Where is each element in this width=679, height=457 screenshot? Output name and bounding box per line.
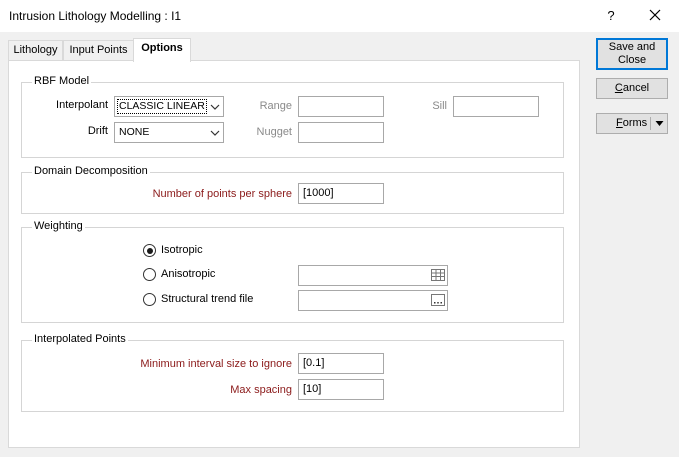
nugget-input[interactable] (298, 122, 384, 143)
anisotropic-input[interactable] (298, 265, 448, 286)
interpolated-points-group: Interpolated Points Minimum interval siz… (21, 333, 564, 412)
structural-trend-input[interactable] (298, 290, 448, 311)
min-interval-label: Minimum interval size to ignore (140, 358, 292, 370)
weighting-group: Weighting Isotropic Anisotropic Structur… (21, 220, 564, 323)
tab-lithology[interactable]: Lithology (8, 40, 63, 61)
domain-decomposition-group: Domain Decomposition Number of points pe… (21, 165, 564, 214)
sill-input[interactable] (453, 96, 539, 117)
save-and-close-button[interactable]: Save and Close (596, 38, 668, 70)
points-per-sphere-input[interactable]: [1000] (298, 183, 384, 204)
range-label: Range (259, 100, 292, 112)
sill-label: Sill (432, 100, 447, 112)
close-button[interactable] (643, 5, 667, 27)
isotropic-label[interactable]: Isotropic (161, 244, 203, 256)
rbf-model-group: RBF Model Interpolant CLASSIC LINEAR Ran… (21, 75, 564, 158)
cancel-button[interactable]: Cancel (596, 78, 668, 99)
interpolated-points-title: Interpolated Points (32, 333, 128, 345)
radio-selected-dot (146, 247, 153, 254)
drift-select[interactable]: NONE (114, 122, 224, 143)
max-spacing-input[interactable]: [10] (298, 379, 384, 400)
weighting-title: Weighting (32, 220, 85, 232)
help-button[interactable]: ? (602, 6, 620, 26)
forms-button[interactable]: Forms (596, 113, 668, 134)
interpolant-label: Interpolant (56, 99, 108, 111)
title-bar: Intrusion Lithology Modelling : I1 ? (0, 0, 679, 32)
grid-browse-icon[interactable] (431, 269, 445, 281)
structural-trend-radio[interactable] (143, 293, 156, 306)
nugget-label: Nugget (256, 126, 292, 138)
drift-value: NONE (119, 126, 150, 138)
save-and-close-line2: Close (617, 54, 647, 66)
isotropic-radio[interactable] (143, 244, 156, 257)
max-spacing-label: Max spacing (230, 384, 292, 396)
points-per-sphere-label: Number of points per sphere (152, 188, 292, 200)
domain-decomposition-title: Domain Decomposition (32, 165, 150, 177)
range-input[interactable] (298, 96, 384, 117)
tab-input-points[interactable]: Input Points (63, 40, 134, 61)
min-interval-input[interactable]: [0.1] (298, 353, 384, 374)
chevron-down-icon (210, 104, 220, 110)
drift-label: Drift (87, 125, 108, 137)
cancel-label-rest: ancel (622, 82, 650, 94)
cancel-accelerator: C (614, 82, 623, 94)
interpolant-select[interactable]: CLASSIC LINEAR (114, 96, 224, 117)
anisotropic-radio[interactable] (143, 268, 156, 281)
forms-label-rest: orms (622, 117, 648, 129)
tab-options[interactable]: Options (133, 38, 191, 62)
window-title: Intrusion Lithology Modelling : I1 (9, 9, 182, 23)
forms-accelerator: F (616, 117, 623, 129)
chevron-down-icon (210, 130, 220, 136)
ellipsis-browse-icon[interactable] (431, 294, 445, 306)
rbf-model-title: RBF Model (32, 75, 92, 87)
forms-label: Forms (616, 114, 647, 133)
interpolant-value: CLASSIC LINEAR (117, 99, 207, 114)
options-panel: RBF Model Interpolant CLASSIC LINEAR Ran… (8, 60, 580, 448)
structural-trend-label[interactable]: Structural trend file (161, 293, 253, 305)
forms-split-divider (650, 117, 651, 130)
dropdown-arrow-icon[interactable] (655, 120, 664, 127)
save-and-close-line1: Save and (608, 41, 656, 53)
anisotropic-label[interactable]: Anisotropic (161, 268, 215, 280)
close-icon (649, 9, 661, 21)
